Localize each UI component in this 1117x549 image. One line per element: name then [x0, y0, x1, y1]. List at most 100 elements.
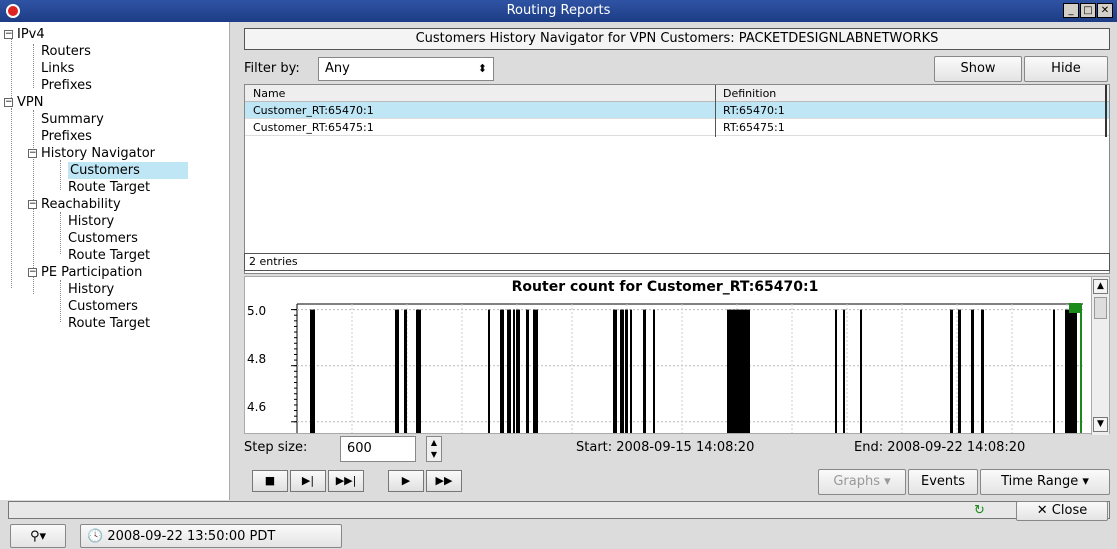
step-size-input[interactable]: 600 — [340, 436, 416, 462]
scroll-up-icon[interactable]: ▲ — [1093, 279, 1108, 294]
tree-p-history[interactable]: History — [68, 281, 114, 298]
close-window-button[interactable]: ✕ — [1097, 3, 1113, 18]
event-bar — [533, 309, 538, 433]
customers-table: Name Definition Customer_RT:65470:1 RT:6… — [244, 84, 1110, 274]
entries-count: 2 entries — [244, 253, 1110, 271]
event-bar — [625, 309, 628, 433]
table-header: Name Definition — [245, 85, 1109, 102]
step-size-label: Step size: — [244, 440, 308, 455]
table-row[interactable]: Customer_RT:65475:1 RT:65475:1 — [245, 119, 1109, 136]
scroll-thumb[interactable] — [1094, 297, 1107, 319]
end-time: End: 2008-09-22 14:08:20 — [854, 440, 1026, 455]
event-bar — [835, 309, 837, 433]
tree-hn-route-target[interactable]: Route Target — [68, 179, 150, 196]
refresh-icon[interactable]: ↻ — [974, 503, 985, 518]
event-bar — [500, 309, 504, 433]
tree-vpn[interactable]: − VPN — [4, 94, 43, 111]
y-tick-label: 4.8 — [247, 352, 266, 366]
status-field — [8, 501, 1110, 519]
event-bar — [513, 309, 515, 433]
event-bar — [416, 309, 421, 433]
tree-reachability[interactable]: − Reachability — [28, 196, 121, 213]
tree-p-route-target[interactable]: Route Target — [68, 315, 150, 332]
current-time-marker — [1069, 303, 1081, 313]
timestamp-button[interactable]: 🕓 2008-09-22 13:50:00 PDT — [80, 524, 342, 548]
telescope-icon: ⚲▾ — [29, 529, 47, 544]
event-bar — [950, 309, 953, 433]
tree-r-customers[interactable]: Customers — [68, 230, 138, 247]
event-bar — [613, 309, 617, 433]
window-titlebar: Routing Reports _ □ ✕ — [0, 0, 1117, 22]
step-forward-button[interactable]: ▶| — [290, 470, 326, 492]
hide-button[interactable]: Hide — [1024, 56, 1108, 82]
y-tick-label: 4.6 — [247, 400, 266, 414]
collapse-icon[interactable]: − — [28, 149, 37, 158]
navigation-tree: − IPv4 Routers Links Prefixes − VPN Summar… — [0, 22, 230, 500]
tree-ipv4[interactable]: − IPv4 — [4, 26, 45, 43]
table-row[interactable]: Customer_RT:65470:1 RT:65470:1 — [245, 102, 1109, 119]
event-bar — [958, 309, 961, 433]
event-bar — [727, 309, 750, 433]
start-time: Start: 2008-09-15 14:08:20 — [576, 440, 755, 455]
tree-pe-participation[interactable]: − PE Participation — [28, 264, 142, 281]
collapse-icon[interactable]: − — [28, 200, 37, 209]
tree-r-route-target[interactable]: Route Target — [68, 247, 150, 264]
fast-step-button[interactable]: ▶▶| — [328, 470, 364, 492]
show-button[interactable]: Show — [934, 56, 1022, 82]
column-header-definition[interactable]: Definition — [723, 87, 776, 100]
event-bar — [404, 309, 407, 433]
event-bar — [630, 309, 632, 433]
event-bar — [981, 309, 984, 433]
tree-prefixes-vpn[interactable]: Prefixes — [41, 128, 92, 145]
event-bar — [488, 309, 490, 433]
main-panel: Customers History Navigator for VPN Cust… — [236, 22, 1117, 500]
event-bar — [620, 309, 624, 433]
collapse-icon[interactable]: − — [28, 268, 37, 277]
tree-history-navigator[interactable]: − History Navigator — [28, 145, 155, 162]
collapse-icon[interactable]: − — [4, 98, 13, 107]
app-icon — [6, 4, 20, 18]
tree-r-history[interactable]: History — [68, 213, 114, 230]
column-header-name[interactable]: Name — [253, 87, 285, 100]
event-bar — [526, 309, 529, 433]
y-tick-label: 5.0 — [247, 304, 266, 318]
filter-select[interactable]: Any ⬍ — [318, 57, 494, 81]
fast-play-button[interactable]: ▶▶ — [426, 470, 462, 492]
event-bar — [643, 309, 646, 433]
close-button[interactable]: ✕ Close — [1016, 501, 1108, 521]
play-button[interactable]: ▶ — [388, 470, 424, 492]
events-button[interactable]: Events — [908, 469, 978, 495]
minimize-button[interactable]: _ — [1063, 3, 1079, 18]
telescope-menu-button[interactable]: ⚲▾ — [10, 524, 66, 548]
event-bar — [507, 309, 511, 433]
event-bar — [310, 309, 315, 433]
tree-p-customers[interactable]: Customers — [68, 298, 138, 315]
chart-scrollbar[interactable]: ▲ ▼ — [1091, 277, 1109, 435]
tree-prefixes-ipv4[interactable]: Prefixes — [41, 77, 92, 94]
chart-plot: 5.0 4.8 4.6 — [247, 303, 1083, 433]
graphs-button[interactable]: Graphs ▾ — [818, 469, 906, 495]
clock-icon: 🕓 — [87, 529, 104, 544]
filter-label: Filter by: — [244, 61, 300, 76]
router-count-chart: Router count for Customer_RT:65470:1 5.0… — [244, 276, 1110, 435]
tree-routers[interactable]: Routers — [41, 43, 91, 60]
bottom-toolbar: ⚲▾ 🕓 2008-09-22 13:50:00 PDT — [0, 522, 1117, 549]
window-controls: _ □ ✕ — [1063, 3, 1113, 18]
tree-links[interactable]: Links — [41, 60, 74, 77]
maximize-button[interactable]: □ — [1080, 3, 1096, 18]
event-bar — [395, 309, 399, 433]
event-bar — [1065, 309, 1077, 433]
status-bar: ↻ ✕ Close — [0, 500, 1117, 522]
step-spinner[interactable]: ▲ ▼ — [426, 436, 442, 462]
event-bar — [971, 309, 974, 433]
window-title: Routing Reports — [506, 3, 611, 18]
event-bar — [653, 309, 655, 433]
tree-hn-customers[interactable]: Customers — [68, 162, 188, 179]
collapse-icon[interactable]: − — [4, 30, 13, 39]
tree-summary[interactable]: Summary — [41, 111, 104, 128]
scroll-down-icon[interactable]: ▼ — [1093, 417, 1108, 432]
time-range-button[interactable]: Time Range ▾ — [980, 469, 1110, 495]
stop-button[interactable]: ■ — [252, 470, 288, 492]
event-bar — [860, 309, 862, 433]
chevron-updown-icon: ⬍ — [477, 62, 487, 75]
